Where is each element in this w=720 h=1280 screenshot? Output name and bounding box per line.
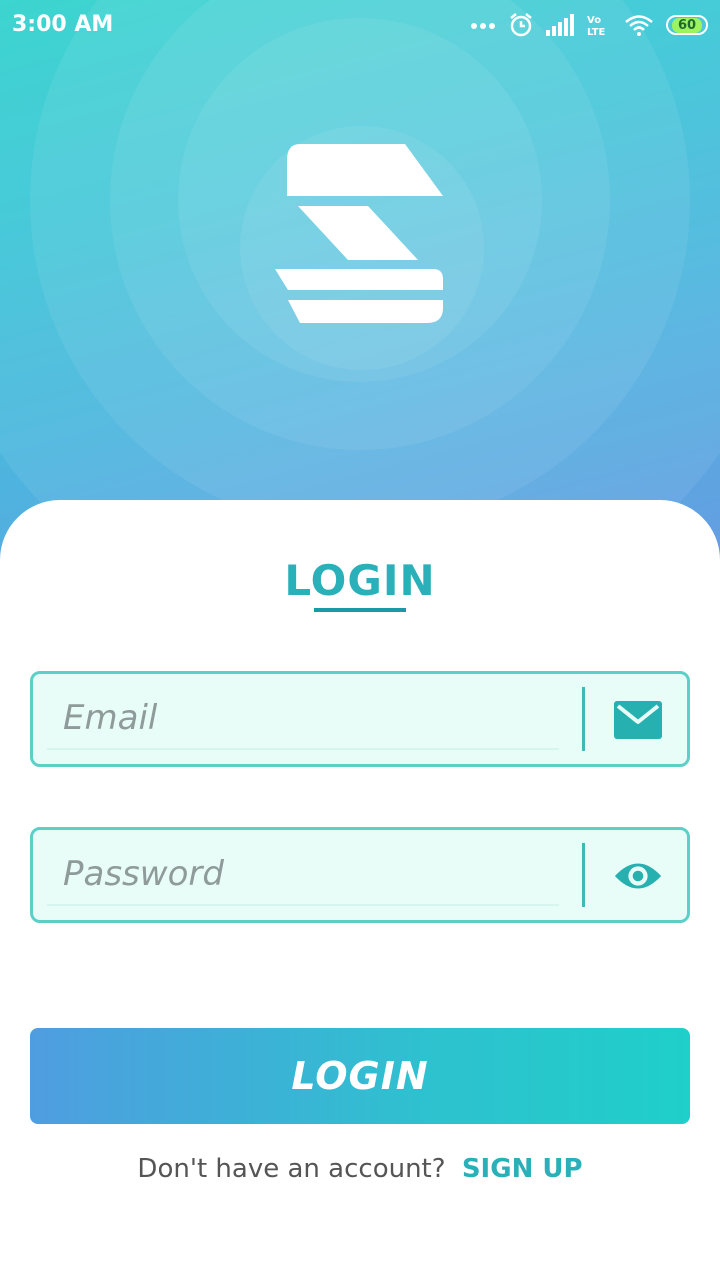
header-background: 3:00 AM Vo LTE 60 xyxy=(0,0,720,560)
email-input-line xyxy=(47,748,559,750)
password-divider xyxy=(582,843,585,907)
app-logo xyxy=(275,144,443,323)
signup-prompt: Don't have an account? xyxy=(137,1154,446,1184)
title-underline xyxy=(314,608,406,612)
status-bar: 3:00 AM Vo LTE 60 xyxy=(0,0,720,50)
signal-icon xyxy=(546,14,574,36)
password-field[interactable]: Password xyxy=(30,827,690,923)
email-field[interactable]: Email xyxy=(30,671,690,767)
svg-text:Vo: Vo xyxy=(587,15,601,26)
signup-prompt-line: Don't have an account? SIGN UP xyxy=(0,1154,720,1184)
alarm-icon xyxy=(510,13,532,37)
password-input-line xyxy=(47,904,559,906)
volte-icon: VoLTE xyxy=(587,15,606,37)
status-time: 3:00 AM xyxy=(12,12,114,37)
login-title: LOGIN xyxy=(284,556,436,605)
status-icons: Vo LTE 60 xyxy=(470,10,708,40)
wifi-icon xyxy=(625,15,653,36)
password-placeholder: Password xyxy=(63,854,224,894)
svg-text:LTE: LTE xyxy=(587,27,606,37)
login-button[interactable]: LOGIN xyxy=(30,1028,690,1124)
more-dots-icon xyxy=(471,23,495,29)
email-divider xyxy=(582,687,585,751)
eye-icon[interactable] xyxy=(613,854,663,898)
battery-icon: 60 xyxy=(666,15,708,35)
envelope-icon xyxy=(613,698,663,742)
signup-link[interactable]: SIGN UP xyxy=(462,1154,583,1184)
battery-level: 60 xyxy=(671,17,703,33)
email-placeholder: Email xyxy=(63,698,158,738)
